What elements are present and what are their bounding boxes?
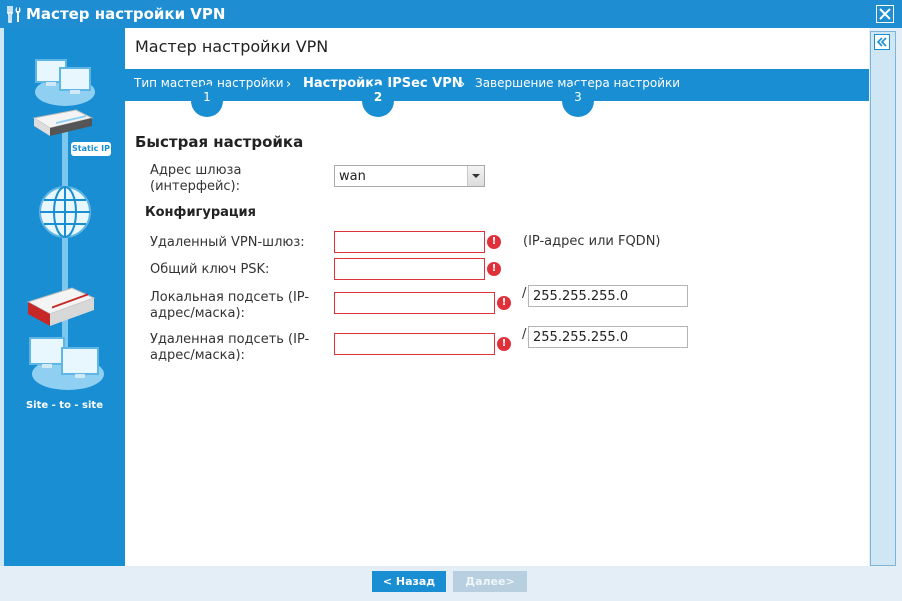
tools-icon: [6, 6, 21, 23]
remote-subnet-ip-input[interactable]: [334, 333, 495, 355]
router-icon: [32, 109, 94, 136]
window-titlebar: Мастер настройки VPN: [0, 0, 902, 28]
wizard-footer: [0, 566, 902, 601]
gateway-label-line2: (интерфейс):: [150, 179, 241, 194]
config-title: Конфигурация: [145, 205, 256, 220]
subnet-separator: /: [522, 286, 527, 301]
error-icon: !: [487, 262, 501, 276]
section-title: Быстрая настройка: [135, 133, 304, 151]
wizard-sidebar: Static IP Site - to - site: [4, 28, 125, 566]
remote-subnet-label-line2: адрес/маска):: [150, 348, 245, 363]
back-button[interactable]: < Назад: [372, 571, 446, 592]
error-icon: !: [497, 296, 511, 310]
static-ip-badge: Static IP: [71, 142, 111, 156]
local-subnet-ip-input[interactable]: [334, 292, 495, 314]
gateway-select-value: wan: [339, 169, 366, 184]
computers-icon: [29, 337, 104, 390]
psk-input[interactable]: [334, 258, 485, 280]
close-icon: [879, 8, 891, 20]
subnet-separator: /: [522, 327, 527, 342]
firewall-icon: [26, 287, 96, 326]
local-subnet-label-line2: адрес/маска):: [150, 306, 245, 321]
page-title: Мастер настройки VPN: [135, 37, 329, 56]
close-window-button[interactable]: [876, 5, 894, 23]
step-number-1: 1: [191, 85, 223, 117]
chevron-right-icon: ›: [460, 77, 466, 92]
remote-gateway-hint: (IP-адрес или FQDN): [523, 234, 661, 249]
chevron-down-icon: [467, 166, 484, 186]
remote-gateway-input[interactable]: [334, 231, 485, 253]
error-icon: !: [487, 235, 501, 249]
chevron-right-icon: ›: [286, 77, 292, 92]
site-to-site-label: Site - to - site: [25, 400, 103, 411]
remote-gateway-label: Удаленный VPN-шлюз:: [150, 235, 305, 250]
remote-subnet-label-line1: Удаленная подсеть (IP-: [150, 332, 310, 347]
psk-label: Общий ключ PSK:: [150, 262, 270, 277]
local-subnet-label-line1: Локальная подсеть (IP-: [150, 290, 310, 305]
side-panel: [870, 31, 896, 566]
double-chevron-left-icon: [876, 37, 887, 47]
collapse-panel-button[interactable]: [874, 34, 890, 50]
globe-icon: [39, 186, 91, 238]
gateway-select[interactable]: wan: [334, 165, 485, 187]
local-subnet-mask-input[interactable]: 255.255.255.0: [528, 285, 688, 307]
next-button[interactable]: Далее>: [453, 571, 527, 592]
gateway-label-line1: Адрес шлюза: [150, 163, 242, 178]
computers-icon: [35, 59, 95, 106]
window-title: Мастер настройки VPN: [26, 5, 226, 23]
step-number-3: 3: [562, 85, 594, 117]
step-number-2: 2: [362, 85, 394, 117]
remote-subnet-mask-input[interactable]: 255.255.255.0: [528, 326, 688, 348]
error-icon: !: [497, 337, 511, 351]
wizard-content: Мастер настройки VPN Тип мастера настрой…: [125, 28, 869, 576]
